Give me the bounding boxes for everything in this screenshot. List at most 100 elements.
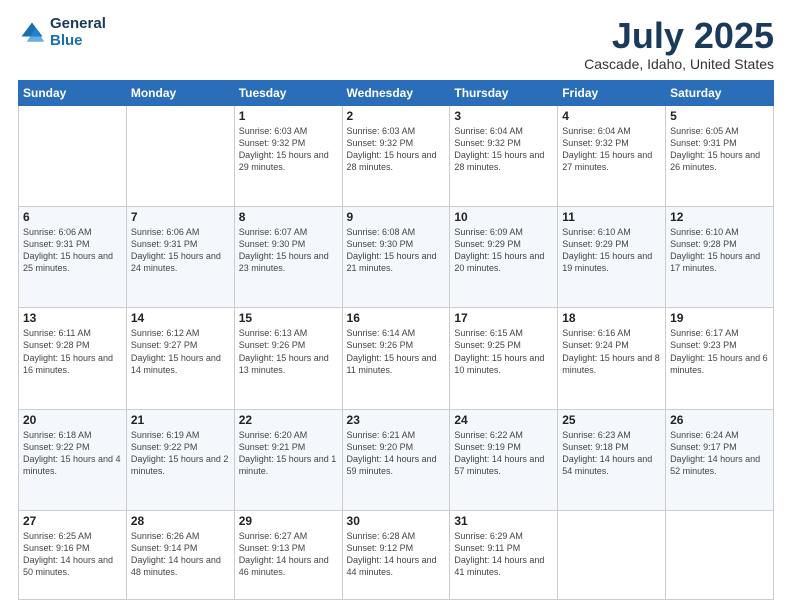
day-number: 31 bbox=[454, 514, 553, 528]
logo: General Blue bbox=[18, 16, 106, 49]
calendar-cell: 3 Sunrise: 6:04 AM Sunset: 9:32 PM Daylig… bbox=[450, 105, 558, 206]
day-number: 25 bbox=[562, 413, 661, 427]
calendar-cell: 6Sunrise: 6:06 AM Sunset: 9:31 PM Daylig… bbox=[19, 206, 127, 307]
cell-info: Sunrise: 6:03 AM Sunset: 9:32 PM Dayligh… bbox=[239, 125, 338, 174]
cell-info: Sunrise: 6:06 AM Sunset: 9:31 PM Dayligh… bbox=[23, 226, 122, 275]
calendar-header-row: SundayMondayTuesdayWednesdayThursdayFrid… bbox=[19, 80, 774, 105]
header-saturday: Saturday bbox=[666, 80, 774, 105]
day-number: 17 bbox=[454, 311, 553, 325]
logo-line1: General bbox=[50, 16, 106, 33]
day-number: 2 bbox=[347, 109, 446, 123]
day-number: 12 bbox=[670, 210, 769, 224]
day-number: 11 bbox=[562, 210, 661, 224]
day-number: 10 bbox=[454, 210, 553, 224]
cell-info: Sunrise: 6:05 AM Sunset: 9:31 PM Dayligh… bbox=[670, 125, 769, 174]
calendar-cell: 30 Sunrise: 6:28 AM Sunset: 9:12 PM Dayli… bbox=[342, 510, 450, 599]
cell-info: Sunrise: 6:19 AM Sunset: 9:22 PM Dayligh… bbox=[131, 429, 230, 478]
cell-info: Sunrise: 6:25 AM Sunset: 9:16 PM Dayligh… bbox=[23, 530, 122, 579]
calendar-cell: 18 Sunrise: 6:16 AM Sunset: 9:24 PM Dayli… bbox=[558, 308, 666, 409]
calendar-table: SundayMondayTuesdayWednesdayThursdayFrid… bbox=[18, 80, 774, 600]
cell-info: Sunrise: 6:09 AM Sunset: 9:29 PM Dayligh… bbox=[454, 226, 553, 275]
day-number: 5 bbox=[670, 109, 769, 123]
cell-info: Sunrise: 6:27 AM Sunset: 9:13 PM Dayligh… bbox=[239, 530, 338, 579]
day-number: 1 bbox=[239, 109, 338, 123]
calendar-cell bbox=[126, 105, 234, 206]
calendar-cell: 7 Sunrise: 6:06 AM Sunset: 9:31 PM Daylig… bbox=[126, 206, 234, 307]
cell-info: Sunrise: 6:08 AM Sunset: 9:30 PM Dayligh… bbox=[347, 226, 446, 275]
calendar-cell: 10 Sunrise: 6:09 AM Sunset: 9:29 PM Dayli… bbox=[450, 206, 558, 307]
calendar-cell: 4 Sunrise: 6:04 AM Sunset: 9:32 PM Daylig… bbox=[558, 105, 666, 206]
cell-info: Sunrise: 6:12 AM Sunset: 9:27 PM Dayligh… bbox=[131, 327, 230, 376]
cell-info: Sunrise: 6:10 AM Sunset: 9:28 PM Dayligh… bbox=[670, 226, 769, 275]
day-number: 26 bbox=[670, 413, 769, 427]
week-row-0: 1 Sunrise: 6:03 AM Sunset: 9:32 PM Daylig… bbox=[19, 105, 774, 206]
calendar-cell: 27 Sunrise: 6:25 AM Sunset: 9:16 PM Dayli… bbox=[19, 510, 127, 599]
calendar-cell: 23 Sunrise: 6:21 AM Sunset: 9:20 PM Dayli… bbox=[342, 409, 450, 510]
week-row-3: 20 Sunrise: 6:18 AM Sunset: 9:22 PM Dayli… bbox=[19, 409, 774, 510]
calendar-cell: 12 Sunrise: 6:10 AM Sunset: 9:28 PM Dayli… bbox=[666, 206, 774, 307]
cell-info: Sunrise: 6:13 AM Sunset: 9:26 PM Dayligh… bbox=[239, 327, 338, 376]
day-number: 23 bbox=[347, 413, 446, 427]
calendar-cell: 13 Sunrise: 6:11 AM Sunset: 9:28 PM Dayli… bbox=[19, 308, 127, 409]
day-number: 15 bbox=[239, 311, 338, 325]
cell-info: Sunrise: 6:18 AM Sunset: 9:22 PM Dayligh… bbox=[23, 429, 122, 478]
cell-info: Sunrise: 6:22 AM Sunset: 9:19 PM Dayligh… bbox=[454, 429, 553, 478]
cell-info: Sunrise: 6:15 AM Sunset: 9:25 PM Dayligh… bbox=[454, 327, 553, 376]
calendar-cell: 5 Sunrise: 6:05 AM Sunset: 9:31 PM Daylig… bbox=[666, 105, 774, 206]
cell-info: Sunrise: 6:16 AM Sunset: 9:24 PM Dayligh… bbox=[562, 327, 661, 376]
logo-line2: Blue bbox=[50, 33, 106, 50]
day-number: 30 bbox=[347, 514, 446, 528]
header-monday: Monday bbox=[126, 80, 234, 105]
cell-info: Sunrise: 6:04 AM Sunset: 9:32 PM Dayligh… bbox=[562, 125, 661, 174]
day-number: 29 bbox=[239, 514, 338, 528]
calendar-cell: 19 Sunrise: 6:17 AM Sunset: 9:23 PM Dayli… bbox=[666, 308, 774, 409]
day-number: 9 bbox=[347, 210, 446, 224]
cell-info: Sunrise: 6:14 AM Sunset: 9:26 PM Dayligh… bbox=[347, 327, 446, 376]
calendar-cell: 20 Sunrise: 6:18 AM Sunset: 9:22 PM Dayli… bbox=[19, 409, 127, 510]
calendar-cell: 28 Sunrise: 6:26 AM Sunset: 9:14 PM Dayli… bbox=[126, 510, 234, 599]
calendar-cell: 22Sunrise: 6:20 AM Sunset: 9:21 PM Dayli… bbox=[234, 409, 342, 510]
calendar-cell: 14 Sunrise: 6:12 AM Sunset: 9:27 PM Dayli… bbox=[126, 308, 234, 409]
calendar-cell: 11 Sunrise: 6:10 AM Sunset: 9:29 PM Dayli… bbox=[558, 206, 666, 307]
day-number: 20 bbox=[23, 413, 122, 427]
cell-info: Sunrise: 6:07 AM Sunset: 9:30 PM Dayligh… bbox=[239, 226, 338, 275]
calendar-cell: 9 Sunrise: 6:08 AM Sunset: 9:30 PM Daylig… bbox=[342, 206, 450, 307]
calendar-cell: 16 Sunrise: 6:14 AM Sunset: 9:26 PM Dayli… bbox=[342, 308, 450, 409]
day-number: 18 bbox=[562, 311, 661, 325]
day-number: 28 bbox=[131, 514, 230, 528]
day-number: 13 bbox=[23, 311, 122, 325]
day-number: 21 bbox=[131, 413, 230, 427]
day-number: 22 bbox=[239, 413, 338, 427]
day-number: 3 bbox=[454, 109, 553, 123]
day-number: 7 bbox=[131, 210, 230, 224]
calendar-cell: 29 Sunrise: 6:27 AM Sunset: 9:13 PM Dayli… bbox=[234, 510, 342, 599]
cell-info: Sunrise: 6:28 AM Sunset: 9:12 PM Dayligh… bbox=[347, 530, 446, 579]
cell-info: Sunrise: 6:03 AM Sunset: 9:32 PM Dayligh… bbox=[347, 125, 446, 174]
cell-info: Sunrise: 6:26 AM Sunset: 9:14 PM Dayligh… bbox=[131, 530, 230, 579]
day-number: 24 bbox=[454, 413, 553, 427]
calendar-cell: 8Sunrise: 6:07 AM Sunset: 9:30 PM Daylig… bbox=[234, 206, 342, 307]
calendar-cell bbox=[666, 510, 774, 599]
cell-info: Sunrise: 6:10 AM Sunset: 9:29 PM Dayligh… bbox=[562, 226, 661, 275]
page: General Blue July 2025 Cascade, Idaho, U… bbox=[0, 0, 792, 612]
cell-info: Sunrise: 6:04 AM Sunset: 9:32 PM Dayligh… bbox=[454, 125, 553, 174]
calendar-cell: 21 Sunrise: 6:19 AM Sunset: 9:22 PM Dayli… bbox=[126, 409, 234, 510]
header-sunday: Sunday bbox=[19, 80, 127, 105]
calendar-cell: 1 Sunrise: 6:03 AM Sunset: 9:32 PM Daylig… bbox=[234, 105, 342, 206]
subtitle: Cascade, Idaho, United States bbox=[584, 56, 774, 72]
title-section: July 2025 Cascade, Idaho, United States bbox=[584, 16, 774, 72]
day-number: 27 bbox=[23, 514, 122, 528]
cell-info: Sunrise: 6:17 AM Sunset: 9:23 PM Dayligh… bbox=[670, 327, 769, 376]
cell-info: Sunrise: 6:24 AM Sunset: 9:17 PM Dayligh… bbox=[670, 429, 769, 478]
cell-info: Sunrise: 6:21 AM Sunset: 9:20 PM Dayligh… bbox=[347, 429, 446, 478]
day-number: 19 bbox=[670, 311, 769, 325]
day-number: 16 bbox=[347, 311, 446, 325]
day-number: 14 bbox=[131, 311, 230, 325]
logo-icon bbox=[18, 19, 46, 47]
header: General Blue July 2025 Cascade, Idaho, U… bbox=[18, 16, 774, 72]
cell-info: Sunrise: 6:11 AM Sunset: 9:28 PM Dayligh… bbox=[23, 327, 122, 376]
week-row-4: 27 Sunrise: 6:25 AM Sunset: 9:16 PM Dayli… bbox=[19, 510, 774, 599]
calendar-cell bbox=[558, 510, 666, 599]
cell-info: Sunrise: 6:06 AM Sunset: 9:31 PM Dayligh… bbox=[131, 226, 230, 275]
day-number: 4 bbox=[562, 109, 661, 123]
